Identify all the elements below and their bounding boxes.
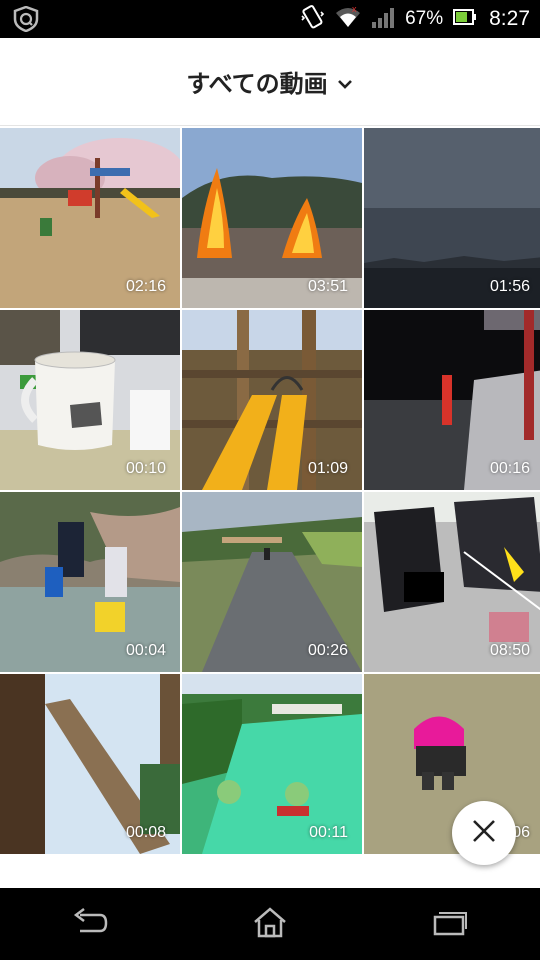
video-thumbnail[interactable]: 00:04 bbox=[0, 492, 180, 672]
video-duration: 00:11 bbox=[309, 824, 348, 841]
video-duration: 08:50 bbox=[489, 642, 530, 659]
video-thumbnail[interactable]: 08:50 bbox=[364, 492, 540, 672]
recent-apps-button[interactable] bbox=[420, 902, 480, 946]
header: すべての動画 bbox=[0, 38, 540, 126]
video-thumbnail[interactable]: 00:10 bbox=[0, 310, 180, 490]
status-bar: x 67% 8:27 bbox=[0, 0, 540, 38]
home-button[interactable] bbox=[240, 902, 300, 946]
video-thumbnail[interactable]: 00:08 bbox=[0, 674, 180, 854]
close-button[interactable] bbox=[452, 801, 516, 865]
page-title: すべての動画 bbox=[186, 70, 328, 98]
signal-icon bbox=[371, 6, 395, 32]
video-duration: 00:08 bbox=[125, 824, 166, 841]
video-thumbnail[interactable]: 01:09 bbox=[182, 310, 362, 490]
video-duration: 01:09 bbox=[307, 460, 348, 477]
back-button[interactable] bbox=[60, 902, 120, 946]
battery-icon bbox=[453, 9, 477, 29]
video-thumbnail[interactable]: 02:16 bbox=[0, 128, 180, 308]
back-icon bbox=[70, 907, 110, 941]
vibrate-icon bbox=[299, 4, 325, 34]
video-thumbnail[interactable]: 00:26 bbox=[182, 492, 362, 672]
shield-app-icon bbox=[12, 5, 40, 33]
home-icon bbox=[252, 906, 288, 942]
video-duration: 00:26 bbox=[307, 642, 348, 659]
recent-apps-icon bbox=[432, 908, 468, 940]
wifi-icon: x bbox=[335, 4, 361, 32]
video-duration: 01:56 bbox=[489, 278, 530, 295]
battery-percent: 67% bbox=[405, 8, 444, 29]
video-thumbnail[interactable]: 00:16 bbox=[364, 310, 540, 490]
close-icon bbox=[471, 818, 497, 848]
video-grid: 02:16 03:51 01:56 00:10 01:09 00:16 00:0… bbox=[0, 128, 540, 854]
video-duration: 00:04 bbox=[125, 642, 166, 659]
navigation-bar bbox=[0, 888, 540, 960]
clock: 8:27 bbox=[489, 7, 530, 30]
video-duration: 02:16 bbox=[125, 278, 166, 295]
video-thumbnail[interactable]: 00:11 bbox=[182, 674, 362, 854]
video-thumbnail[interactable]: 03:51 bbox=[182, 128, 362, 308]
svg-text:x: x bbox=[352, 6, 357, 14]
chevron-down-icon bbox=[336, 75, 354, 93]
video-duration: 03:51 bbox=[307, 278, 348, 295]
album-selector[interactable]: すべての動画 bbox=[186, 64, 353, 99]
video-duration: 00:10 bbox=[125, 460, 166, 477]
video-thumbnail[interactable]: 01:56 bbox=[364, 128, 540, 308]
video-duration: 00:16 bbox=[489, 460, 530, 477]
